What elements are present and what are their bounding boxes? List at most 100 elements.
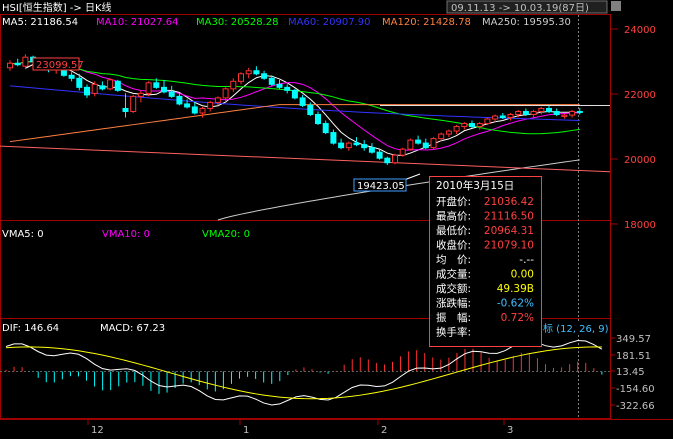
vma5-label: VMA5: 0 [2, 229, 44, 240]
chart-title: HSI[恒生指数] -> 日K线 [2, 1, 112, 14]
candle-body [422, 142, 429, 149]
candle-body [68, 74, 75, 79]
tooltip-label: 成交量: [436, 268, 471, 281]
macd-params: 标 (12, 26, 9) [543, 323, 609, 335]
candle-body [345, 142, 352, 149]
candle-body [453, 126, 460, 132]
macd-tick: 13.45 [616, 367, 645, 378]
tooltip-value: 21036.42 [484, 196, 534, 208]
candle-body [368, 147, 375, 153]
candle-body [261, 73, 268, 79]
macd-label: MACD: 67.23 [100, 323, 165, 334]
candle-body [522, 110, 529, 115]
candle-body [330, 132, 337, 144]
candle-body [230, 80, 237, 90]
stock-chart[interactable]: HSI[恒生指数] -> 日K线 09.11.13 -> 10.03.19(87… [0, 0, 673, 439]
month-label: 3 [507, 425, 513, 436]
candle-body [492, 115, 499, 120]
candle-body [376, 151, 383, 159]
tooltip-value: 0.00 [511, 269, 534, 281]
dif-label: DIF: 146.64 [2, 323, 59, 334]
tooltip-label: 成交额: [436, 282, 471, 295]
candle-body [238, 73, 244, 82]
vma-legend: VMA5: 0 VMA10: 0 VMA20: 0 [2, 229, 250, 240]
candle-body [515, 110, 522, 115]
candle-body [207, 101, 214, 109]
tooltip-label: 换手率: [436, 326, 471, 339]
macd-tick: 181.51 [616, 351, 651, 362]
ma120-label: MA120: 21428.78 [382, 17, 471, 28]
tooltip-date: 2010年3月15日 [436, 179, 514, 192]
candle-body [415, 139, 422, 144]
candle-body [184, 103, 191, 108]
candle-body [191, 106, 198, 114]
candle-body [114, 80, 121, 91]
svg-text:23099.57: 23099.57 [36, 60, 84, 71]
tooltip-value: 21116.50 [484, 211, 534, 223]
month-label: 2 [381, 425, 387, 436]
macd-tick: -154.60 [616, 384, 655, 395]
candle-body [469, 123, 475, 128]
candle-body [222, 88, 229, 99]
candle-body [7, 62, 13, 69]
candle-body [276, 83, 283, 88]
candle-body [245, 70, 252, 75]
tooltip-label: 开盘价: [436, 195, 471, 208]
candle-body [168, 91, 175, 97]
high-annotation: 23099.57 [25, 57, 84, 71]
candle-body [161, 86, 167, 93]
tooltip-label: 最高价: [436, 210, 471, 223]
tooltip-value: 20964.31 [484, 225, 534, 237]
candle-body [14, 62, 21, 66]
candle-body [299, 97, 306, 106]
macd-tick: 349.57 [616, 334, 651, 345]
candle-body [461, 123, 468, 128]
candle-body [107, 79, 114, 90]
ma60-label: MA60: 20907.90 [288, 17, 370, 28]
tooltip-value: 0.72% [501, 312, 534, 324]
tooltip-value: 49.39B [497, 283, 534, 295]
candle-body [576, 110, 583, 113]
vma10-label: VMA10: 0 [102, 229, 150, 240]
candle-body [291, 89, 298, 99]
candle-body [214, 97, 221, 103]
month-label: 1 [243, 425, 249, 436]
candle-body [484, 118, 491, 125]
candle-body [384, 157, 391, 164]
candle-body [253, 70, 260, 75]
tooltip-label: 均 价: [436, 254, 471, 266]
window-control-icon[interactable] [611, 1, 621, 11]
candle-body [91, 83, 98, 94]
candle-body [322, 123, 329, 134]
candle-body [399, 148, 406, 156]
candle-body [268, 77, 275, 85]
candle-body [99, 85, 106, 90]
candle-body [76, 77, 83, 88]
candle-body [438, 133, 445, 140]
candle-body [153, 82, 160, 88]
tooltip-value: 21079.10 [484, 240, 534, 252]
tooltip-label: 收盘价: [436, 239, 471, 252]
candle-body [176, 95, 183, 105]
candle-body [445, 130, 452, 135]
candle-body [137, 92, 144, 97]
candle-body [353, 142, 360, 146]
candle-body [553, 110, 560, 115]
candle-body [392, 154, 398, 164]
candle-body [22, 56, 29, 67]
candle-body [476, 123, 483, 128]
candle-body [307, 104, 314, 115]
tooltip-label: 涨跌幅: [436, 297, 471, 310]
candle-body [199, 107, 206, 114]
candle-body [538, 107, 545, 112]
candle-body [407, 139, 414, 150]
candle-body [338, 142, 345, 149]
candle-body [145, 82, 152, 94]
ma250-label: MA250: 19595.30 [482, 17, 571, 28]
data-tooltip: 2010年3月15日 开盘价: 21036.42 最高价: 21116.50 最低价: 2… [429, 176, 542, 347]
candle-body [530, 110, 537, 115]
candle-body [84, 86, 90, 96]
date-range: 09.11.13 -> 10.03.19(87日) [451, 3, 589, 14]
macd-tick: -322.66 [616, 401, 655, 412]
candle-body [130, 95, 137, 112]
